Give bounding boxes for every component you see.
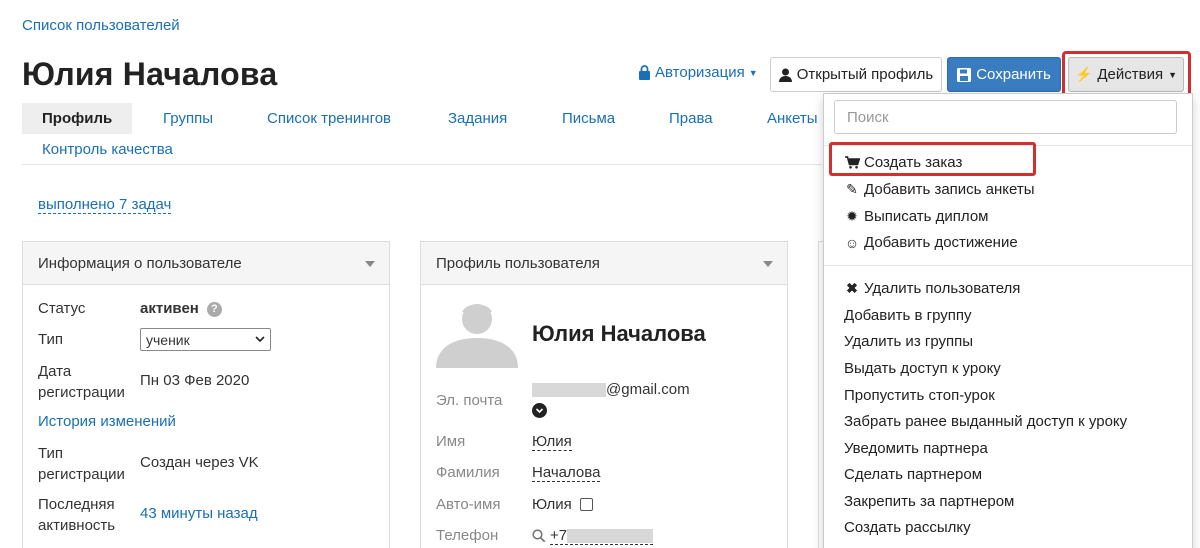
authorization-label: Авторизация <box>655 64 745 81</box>
reg-date-value: Пн 03 Фев 2020 <box>140 372 250 389</box>
caret-down-icon: ▼ <box>748 67 758 78</box>
tab-quality-control[interactable]: Контроль качества <box>42 141 173 158</box>
pencil-icon: ✎ <box>846 181 858 197</box>
tab-trainings[interactable]: Список тренингов <box>267 110 391 127</box>
status-value: активен <box>140 300 199 317</box>
masked-phone <box>567 529 654 544</box>
create-order-highlight-frame <box>829 142 1036 176</box>
chevron-down-icon <box>255 336 265 343</box>
first-name-value[interactable]: Юлия <box>532 433 572 451</box>
search-icon[interactable] <box>532 529 546 543</box>
lock-icon <box>639 65 650 80</box>
menu-item-label: Забрать ранее выданный доступ к уроку <box>844 413 1128 430</box>
menu-item-label: Пропустить стоп-урок <box>844 387 995 404</box>
authorization-dropdown[interactable]: Авторизация ▼ <box>638 64 758 81</box>
help-icon[interactable]: ? <box>206 301 222 317</box>
menu-item-label: Удалить из группы <box>844 333 974 350</box>
profile-user-name: Юлия Началова <box>532 321 706 346</box>
reg-date-label: Дата регистрации <box>38 363 125 401</box>
breadcrumb-user-list[interactable]: Список пользователей <box>22 17 180 34</box>
user-type-value: ученик <box>146 331 190 348</box>
tab-profile[interactable]: Профиль <box>22 103 133 134</box>
phone-label: Телефон <box>436 527 499 544</box>
menu-item-issue-diploma[interactable]: ✹ Выписать диплом <box>844 208 988 225</box>
save-label: Сохранить <box>976 66 1051 83</box>
menu-search-input[interactable] <box>834 100 1177 134</box>
user-info-panel-header[interactable]: Информация о пользователе <box>23 242 389 285</box>
menu-item-delete-user[interactable]: ✖ Удалить пользователя <box>844 280 1020 297</box>
open-profile-label: Открытый профиль <box>796 66 934 83</box>
menu-item-label: Удалить пользователя <box>864 280 1021 297</box>
user-info-title: Информация о пользователе <box>38 254 242 272</box>
menu-item-add-achievement[interactable]: ☺ Добавить достижение <box>844 234 1018 251</box>
avatar-placeholder-icon[interactable] <box>436 298 518 368</box>
menu-item-assign-to-partner[interactable]: Закрепить за партнером <box>844 493 1014 510</box>
auto-name-wrap: Юлия <box>532 496 593 513</box>
tab-groups[interactable]: Группы <box>163 110 213 127</box>
menu-item-label: Добавить в группу <box>844 307 972 324</box>
tabs-divider <box>22 164 822 165</box>
menu-item-label: Создать рассылку <box>844 519 971 536</box>
menu-item-notify-partner[interactable]: Уведомить партнера <box>844 440 988 457</box>
type-label: Тип <box>38 331 64 348</box>
user-type-select[interactable]: ученик <box>140 328 271 351</box>
page-title: Юлия Началова <box>22 56 278 92</box>
auto-name-checkbox[interactable] <box>579 498 593 511</box>
last-name-label: Фамилия <box>436 464 500 481</box>
menu-item-label: Закрепить за партнером <box>844 493 1015 510</box>
menu-item-label: Сделать партнером <box>844 466 983 483</box>
menu-item-remove-from-group[interactable]: Удалить из группы <box>844 333 973 350</box>
tab-letters[interactable]: Письма <box>562 110 615 127</box>
first-name-label: Имя <box>436 433 466 450</box>
tab-forms[interactable]: Анкеты <box>767 110 818 127</box>
email-value-wrap: @gmail.com <box>532 381 690 398</box>
certificate-icon: ✹ <box>846 208 858 224</box>
open-profile-button[interactable]: Открытый профиль <box>770 57 942 92</box>
menu-item-label: Уведомить партнера <box>844 440 988 457</box>
menu-item-grant-lesson-access[interactable]: Выдать доступ к уроку <box>844 360 1001 377</box>
phone-value: +7 <box>550 527 568 544</box>
smile-icon: ☺ <box>844 234 860 251</box>
menu-item-make-partner[interactable]: Сделать партнером <box>844 466 982 483</box>
menu-item-add-form-record[interactable]: ✎ Добавить запись анкеты <box>844 181 1035 198</box>
menu-item-skip-stop-lesson[interactable]: Пропустить стоп-урок <box>844 387 995 404</box>
tab-tasks[interactable]: Задания <box>448 110 507 127</box>
tab-rights[interactable]: Права <box>669 110 713 127</box>
collapse-caret-icon[interactable] <box>365 261 375 267</box>
email-label: Эл. почта <box>436 392 503 409</box>
reg-type-value: Создан через VK <box>140 454 259 471</box>
phone-value-wrap[interactable]: +7 <box>550 527 654 545</box>
collapse-caret-icon[interactable] <box>763 261 773 267</box>
close-icon: ✖ <box>846 280 858 296</box>
completed-tasks-link[interactable]: выполнено 7 задач <box>38 196 172 214</box>
menu-divider <box>824 265 1192 266</box>
user-icon <box>778 68 792 82</box>
actions-highlight-frame <box>1062 51 1191 98</box>
auto-name-value: Юлия <box>532 496 572 513</box>
status-label: Статус <box>38 300 86 317</box>
email-dropdown-icon[interactable] <box>532 403 547 418</box>
menu-item-label: Добавить запись анкеты <box>864 181 1035 198</box>
email-domain: @gmail.com <box>606 381 690 398</box>
status-value-wrap: активен? <box>140 300 222 317</box>
masked-email <box>532 383 606 398</box>
menu-item-revoke-lesson-access[interactable]: Забрать ранее выданный доступ к уроку <box>844 413 1127 430</box>
menu-item-add-to-group[interactable]: Добавить в группу <box>844 307 972 324</box>
menu-item-label: Добавить достижение <box>864 234 1018 251</box>
user-profile-panel-header[interactable]: Профиль пользователя <box>421 242 787 285</box>
last-activity-value[interactable]: 43 минуты назад <box>140 505 258 522</box>
menu-item-label: Выдать доступ к уроку <box>844 360 1001 377</box>
menu-item-label: Выписать диплом <box>864 208 989 225</box>
reg-type-label: Тип регистрации <box>38 445 125 483</box>
auto-name-label: Авто-имя <box>436 496 501 513</box>
user-profile-title: Профиль пользователя <box>436 254 600 272</box>
phone-wrap: +7 <box>532 527 654 545</box>
save-button[interactable]: Сохранить <box>947 57 1061 92</box>
last-activity-label: Последняя активность <box>38 496 116 534</box>
menu-item-create-mailing[interactable]: Создать рассылку <box>844 519 971 536</box>
history-link[interactable]: История изменений <box>38 413 176 430</box>
floppy-icon <box>957 67 972 82</box>
last-name-value[interactable]: Началова <box>532 464 601 482</box>
